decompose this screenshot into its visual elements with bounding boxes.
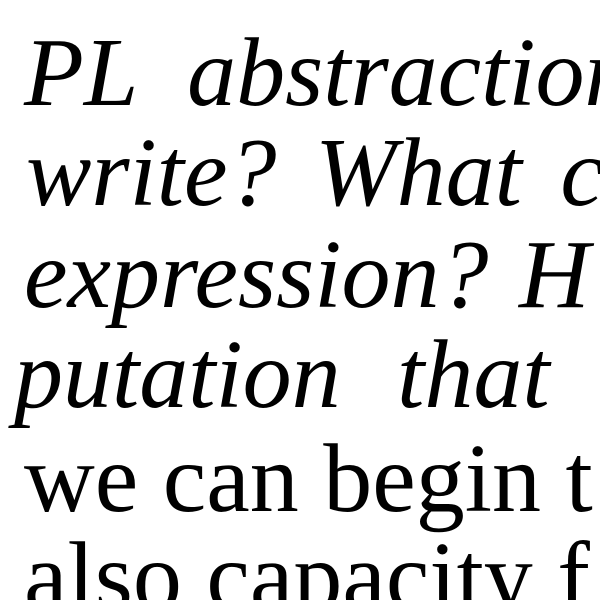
text-line-6: also capacity f <box>24 523 590 600</box>
text-line-4: putation that p <box>14 321 600 429</box>
text-line-3: expression? H <box>24 221 590 329</box>
text-line-5: we can begin t <box>24 425 593 533</box>
text-line-2: write? What c <box>26 119 600 227</box>
document-page: PL abstraction write? What c expression?… <box>0 0 600 600</box>
text-line-1: PL abstraction <box>24 19 600 127</box>
